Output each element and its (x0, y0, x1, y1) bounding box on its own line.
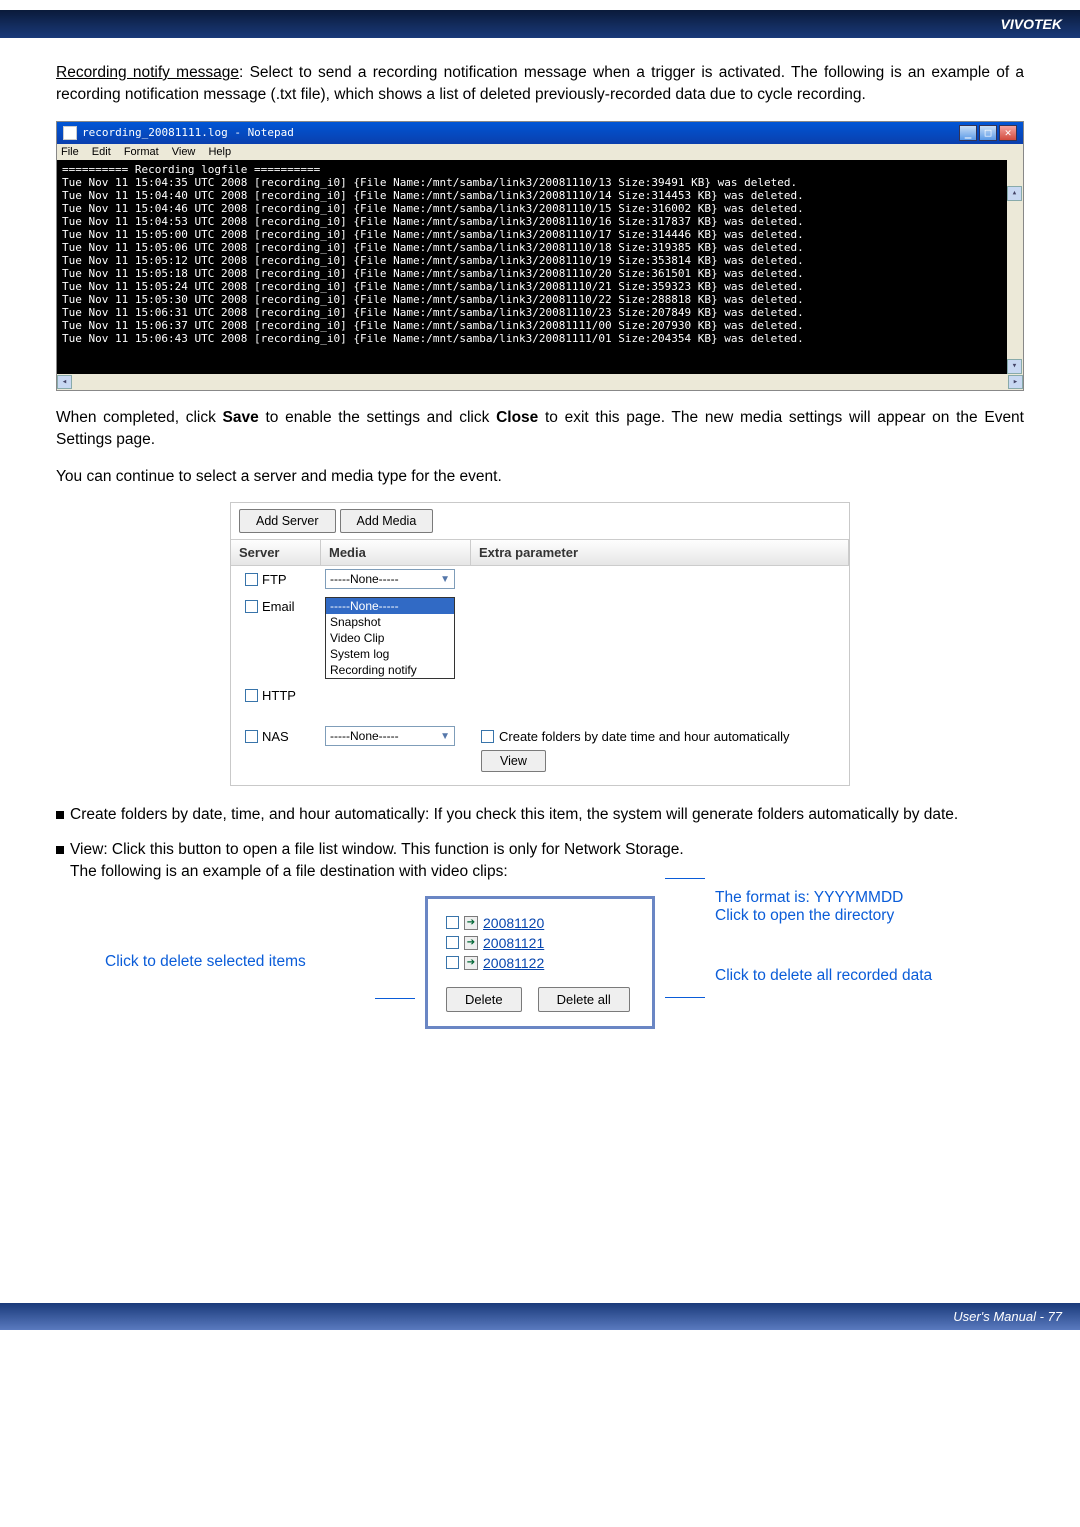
nas-media-select[interactable]: -----None-----▼ (325, 726, 455, 746)
file-checkbox[interactable] (446, 916, 459, 929)
table-row: FTP -----None-----▼ (231, 566, 849, 593)
expand-icon[interactable]: ➔ (464, 916, 478, 930)
scroll-left-icon[interactable]: ◂ (57, 375, 72, 389)
folder-link[interactable]: 20081121 (483, 935, 544, 951)
expand-icon[interactable]: ➔ (464, 936, 478, 950)
email-label: Email (262, 599, 295, 614)
log-line: Tue Nov 11 15:05:00 UTC 2008 [recording_… (62, 228, 804, 241)
file-row: ➔ 20081121 (446, 933, 634, 953)
log-line: Tue Nov 11 15:06:37 UTC 2008 [recording_… (62, 319, 804, 332)
head-server: Server (231, 540, 321, 565)
notepad-titlebar: recording_20081111.log - Notepad _ □ ✕ (57, 122, 1023, 144)
head-media: Media (321, 540, 471, 565)
add-media-button[interactable]: Add Media (340, 509, 434, 533)
view-button[interactable]: View (481, 750, 546, 772)
horizontal-scrollbar[interactable]: ◂ ▸ (57, 374, 1023, 390)
http-label: HTTP (262, 688, 296, 703)
table-head: Server Media Extra parameter (231, 539, 849, 566)
vertical-scrollbar[interactable]: ▴ ▾ (1007, 160, 1023, 374)
createfolders-checkbox[interactable] (481, 730, 494, 743)
file-destination-diagram: Click to delete selected items ➔ 2008112… (56, 896, 1024, 1029)
file-row: ➔ 20081120 (446, 913, 634, 933)
notepad-title: recording_20081111.log - Notepad (82, 126, 294, 139)
log-line: Tue Nov 11 15:04:46 UTC 2008 [recording_… (62, 202, 804, 215)
bullet-icon (56, 811, 64, 819)
right-callouts: The format is: YYYYMMDD Click to open th… (715, 939, 975, 985)
notepad-menubar[interactable]: File Edit Format View Help (57, 144, 1023, 160)
log-line: Tue Nov 11 15:04:40 UTC 2008 [recording_… (62, 189, 804, 202)
scroll-up-icon[interactable]: ▴ (1007, 186, 1022, 201)
log-line: Tue Nov 11 15:04:35 UTC 2008 [recording_… (62, 176, 797, 189)
notepad-window: recording_20081111.log - Notepad _ □ ✕ F… (56, 121, 1024, 391)
close-label: Close (496, 409, 538, 426)
log-line: Tue Nov 11 15:04:53 UTC 2008 [recording_… (62, 215, 804, 228)
log-line: Tue Nov 11 15:05:06 UTC 2008 [recording_… (62, 241, 804, 254)
page-footer: User's Manual - 77 (0, 1303, 1080, 1330)
brand-label: VIVOTEK (1001, 16, 1062, 32)
menu-edit[interactable]: Edit (92, 146, 111, 158)
dd-item-systemlog[interactable]: System log (326, 646, 454, 662)
file-destination-panel: ➔ 20081120 ➔ 20081121 ➔ 20081122 Delete … (425, 896, 655, 1029)
post-para-1: When completed, click Save to enable the… (56, 407, 1024, 452)
bullet-createfolders: Create folders by date, time, and hour a… (56, 804, 1024, 826)
log-line: Tue Nov 11 15:06:31 UTC 2008 [recording_… (62, 306, 804, 319)
add-server-button[interactable]: Add Server (239, 509, 336, 533)
createfolders-label: Create folders by date time and hour aut… (499, 729, 790, 744)
media-dropdown-open[interactable]: -----None----- Snapshot Video Clip Syste… (325, 597, 455, 679)
menu-format[interactable]: Format (124, 146, 159, 158)
nas-label: NAS (262, 729, 289, 744)
scroll-right-icon[interactable]: ▸ (1008, 375, 1023, 389)
save-label: Save (223, 409, 259, 426)
notepad-icon (63, 126, 77, 140)
dd-item-videoclip[interactable]: Video Clip (326, 630, 454, 646)
folder-link[interactable]: 20081120 (483, 915, 544, 931)
folder-link[interactable]: 20081122 (483, 955, 544, 971)
log-line: Tue Nov 11 15:05:18 UTC 2008 [recording_… (62, 267, 804, 280)
table-row: NAS -----None-----▼ Create folders by da… (231, 723, 849, 785)
menu-file[interactable]: File (61, 146, 79, 158)
maximize-button[interactable]: □ (979, 125, 997, 141)
page-header: VIVOTEK (0, 0, 1080, 38)
server-media-panel: Add Server Add Media Server Media Extra … (230, 502, 850, 786)
http-checkbox[interactable] (245, 689, 258, 702)
menu-view[interactable]: View (172, 146, 196, 158)
intro-label: Recording notify message (56, 64, 239, 81)
minimize-button[interactable]: _ (959, 125, 977, 141)
file-checkbox[interactable] (446, 956, 459, 969)
notepad-body: ========== Recording logfile ========== … (57, 160, 1023, 374)
nas-checkbox[interactable] (245, 730, 258, 743)
dd-item-snapshot[interactable]: Snapshot (326, 614, 454, 630)
file-row: ➔ 20081122 (446, 953, 634, 973)
log-line: ========== Recording logfile ========== (62, 163, 320, 176)
bullet-icon (56, 846, 64, 854)
menu-help[interactable]: Help (208, 146, 231, 158)
log-line: Tue Nov 11 15:05:12 UTC 2008 [recording_… (62, 254, 804, 267)
expand-icon[interactable]: ➔ (464, 956, 478, 970)
close-button[interactable]: ✕ (999, 125, 1017, 141)
ftp-checkbox[interactable] (245, 573, 258, 586)
email-checkbox[interactable] (245, 600, 258, 613)
log-line: Tue Nov 11 15:05:24 UTC 2008 [recording_… (62, 280, 804, 293)
log-line: Tue Nov 11 15:06:43 UTC 2008 [recording_… (62, 332, 804, 345)
bullet-view: View: Click this button to open a file l… (56, 839, 1024, 884)
post-para-2: You can continue to select a server and … (56, 466, 1024, 488)
dd-item-recordingnotify[interactable]: Recording notify (326, 662, 454, 678)
dd-item-none[interactable]: -----None----- (326, 598, 454, 614)
chevron-down-icon: ▼ (440, 731, 450, 742)
chevron-down-icon: ▼ (440, 574, 450, 585)
callout-open-dir: Click to open the directory (715, 907, 975, 925)
ftp-label: FTP (262, 572, 287, 587)
head-extra: Extra parameter (471, 540, 849, 565)
scroll-down-icon[interactable]: ▾ (1007, 359, 1022, 374)
intro-para: Recording notify message: Select to send… (56, 62, 1024, 107)
callout-delete-selected: Click to delete selected items (105, 953, 365, 971)
callout-format: The format is: YYYYMMDD (715, 889, 975, 907)
footer-text: User's Manual - 77 (953, 1309, 1062, 1324)
ftp-media-select[interactable]: -----None-----▼ (325, 569, 455, 589)
file-checkbox[interactable] (446, 936, 459, 949)
callout-delete-all: Click to delete all recorded data (715, 967, 975, 985)
log-line: Tue Nov 11 15:05:30 UTC 2008 [recording_… (62, 293, 804, 306)
delete-button[interactable]: Delete (446, 987, 522, 1012)
delete-all-button[interactable]: Delete all (538, 987, 630, 1012)
